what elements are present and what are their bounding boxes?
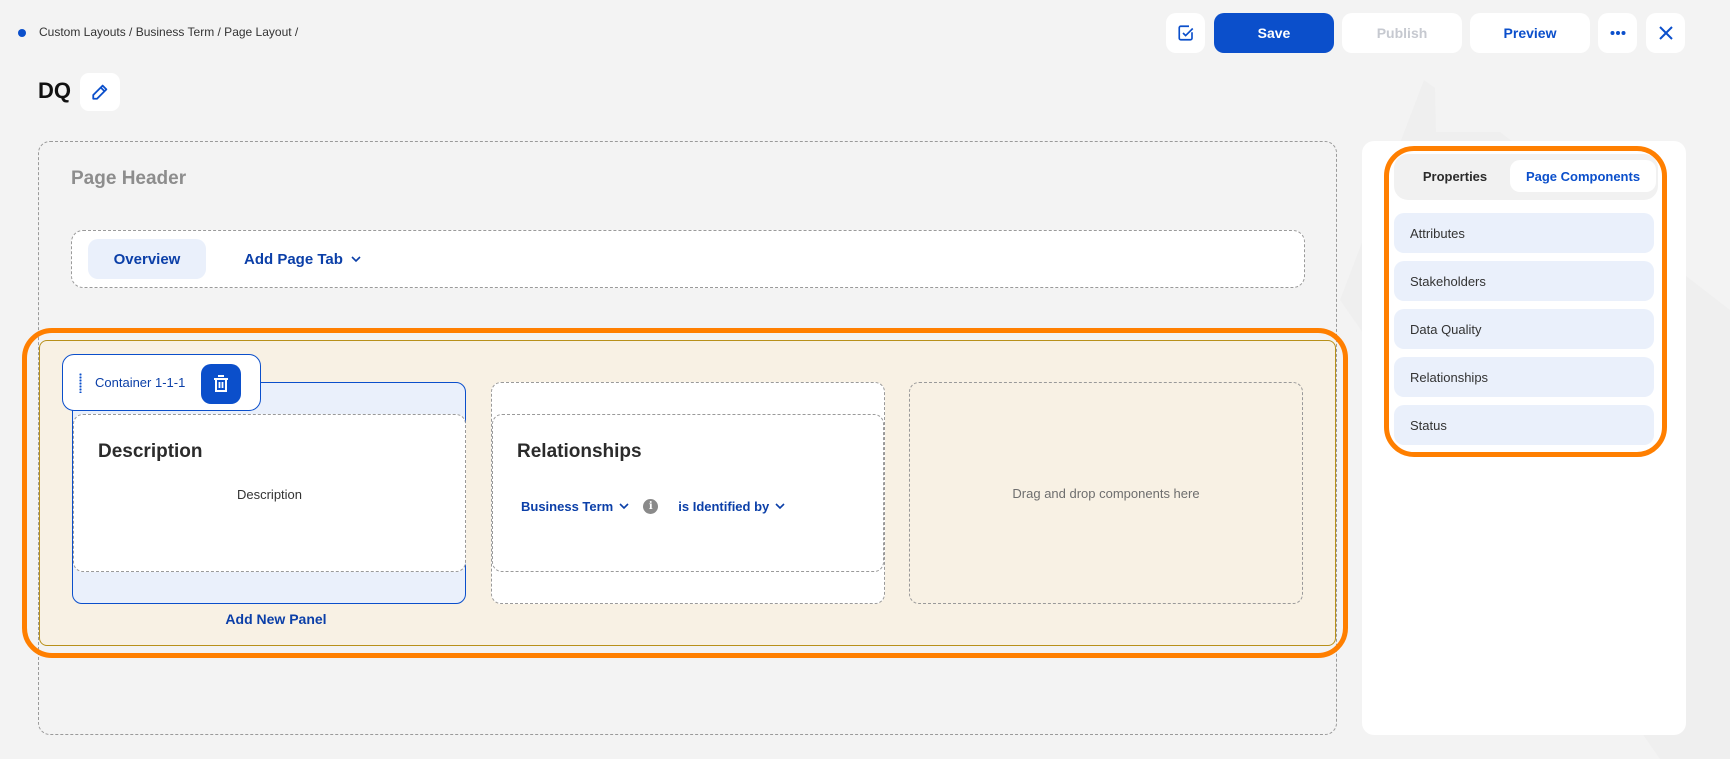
more-options-button[interactable] (1598, 13, 1637, 53)
pencil-icon (92, 84, 108, 100)
page-title: DQ (38, 78, 71, 103)
close-icon (1658, 26, 1673, 40)
breadcrumb[interactable]: Custom Layouts / Business Term / Page La… (39, 25, 298, 39)
add-page-tab-button[interactable]: Add Page Tab (244, 239, 361, 279)
edit-title-button[interactable] (80, 73, 120, 111)
add-page-tab-label: Add Page Tab (244, 250, 343, 268)
chevron-down-icon (351, 255, 361, 262)
page-tab-bar: Overview Add Page Tab (71, 230, 1305, 288)
more-horizontal-icon (1610, 31, 1625, 35)
highlight-outline-container (22, 328, 1348, 658)
page-header-label: Page Header (71, 168, 187, 189)
publish-button[interactable]: Publish (1342, 13, 1462, 53)
tab-overview[interactable]: Overview (88, 239, 206, 279)
checkbox-check-icon (1177, 25, 1193, 41)
highlight-outline-sidebar (1384, 146, 1667, 457)
save-button[interactable]: Save (1214, 13, 1334, 53)
validate-button[interactable] (1166, 13, 1205, 53)
status-dot (18, 29, 26, 37)
preview-button[interactable]: Preview (1470, 13, 1590, 53)
close-button[interactable] (1646, 13, 1685, 53)
